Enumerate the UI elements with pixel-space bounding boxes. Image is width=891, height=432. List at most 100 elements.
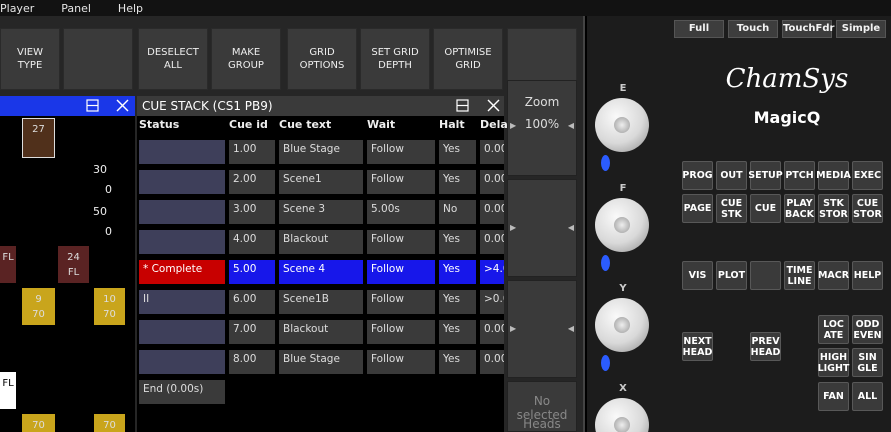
cue-cell-wait[interactable]: Follow [367,320,435,344]
no-selected-heads-button[interactable]: No selected Heads [507,381,577,432]
head-cell[interactable]: 70 [94,414,125,432]
head-cell[interactable]: FL [0,372,16,409]
key-cue[interactable]: CUE [750,194,781,223]
cue-cell-status[interactable] [139,170,225,194]
cue-cell-status[interactable] [139,140,225,164]
cue-cell-id[interactable]: 2.00 [229,170,275,194]
key-next-head[interactable]: NEXT HEAD [682,332,713,361]
key-cuestk[interactable]: CUE STK [716,194,747,223]
cue-cell-id[interactable]: 3.00 [229,200,275,224]
head-cell[interactable]: FL [0,246,16,283]
cue-cell-halt[interactable]: Yes [439,320,476,344]
cue-cell-status[interactable] [139,230,225,254]
menu-player[interactable]: Player [0,2,43,15]
cue-cell-id[interactable]: 4.00 [229,230,275,254]
encoder-knob[interactable] [595,298,649,352]
column-header[interactable]: Status [139,118,225,136]
toolbar-button-2[interactable]: DESELECT ALL [138,28,208,90]
key-locate[interactable]: LOC ATE [818,315,849,344]
cue-cell-halt[interactable]: Yes [439,230,476,254]
cue-cell-delay[interactable]: >0.0 [480,290,504,314]
toolbar-button-1[interactable] [63,28,133,90]
cue-cell-text[interactable]: Scene1B [279,290,363,314]
toolbar-button-3[interactable]: MAKE GROUP [211,28,281,90]
cue-cell-status[interactable] [139,320,225,344]
key-help[interactable]: HELP [852,261,883,290]
cue-cell-halt[interactable]: Yes [439,350,476,374]
cue-cell-wait[interactable]: Follow [367,140,435,164]
cue-cell-wait[interactable]: Follow [367,230,435,254]
side-button-3[interactable]: ▶ ◀ [507,280,577,378]
mode-full-button[interactable]: Full [674,20,724,38]
toolbar-button-0[interactable]: VIEW TYPE [0,28,60,90]
toolbar-button-4[interactable]: GRID OPTIONS [287,28,357,90]
mode-touch-button[interactable]: Touch [728,20,778,38]
cue-cell-id[interactable]: 7.00 [229,320,275,344]
cue-cell-id[interactable]: 1.00 [229,140,275,164]
key-exec[interactable]: EXEC [852,161,883,190]
encoder-knob[interactable] [595,198,649,252]
cue-cell-delay[interactable]: 0.00 [480,140,504,164]
column-header[interactable]: Cue id [229,118,275,136]
encoder-knob[interactable] [595,398,649,432]
key-prev-head[interactable]: PREV HEAD [750,332,781,361]
key-fan[interactable]: FAN [818,382,849,411]
zoom-button[interactable]: Zoom 100% ▶ ◀ [507,80,577,176]
cue-cell-text[interactable]: Scene 3 [279,200,363,224]
key-stkstor[interactable]: STK STOR [818,194,849,223]
column-header[interactable]: Wait [367,118,435,136]
cue-cell-status[interactable] [139,200,225,224]
key-playback[interactable]: PLAY BACK [784,194,815,223]
cue-cell-text[interactable]: Blackout [279,320,363,344]
cue-cell-text[interactable]: Blue Stage [279,140,363,164]
key-blank[interactable] [750,261,781,290]
cue-cell-halt[interactable]: No [439,200,476,224]
key-single[interactable]: SIN GLE [852,348,883,377]
head-cell[interactable]: 70 [22,414,55,432]
key-cuestor[interactable]: CUE STOR [852,194,883,223]
cue-cell-wait[interactable]: 5.00s [367,200,435,224]
cue-cell-id[interactable]: 8.00 [229,350,275,374]
key-out[interactable]: OUT [716,161,747,190]
cue-cell-wait[interactable]: Follow [367,350,435,374]
key-prog[interactable]: PROG [682,161,713,190]
key-timeline[interactable]: TIME LINE [784,261,815,290]
cue-cell-status[interactable]: * Complete [139,260,225,284]
head-cell[interactable]: 24 FL [58,246,89,283]
cue-cell-halt[interactable]: Yes [439,140,476,164]
cue-cell-text[interactable]: Scene1 [279,170,363,194]
cue-cell-id[interactable]: 5.00 [229,260,275,284]
cue-cell-wait[interactable]: Follow [367,290,435,314]
head-cell[interactable]: 27 [22,118,55,158]
key-setup[interactable]: SETUP [748,161,783,190]
key-plot[interactable]: PLOT [716,261,747,290]
cue-stack-titlebar[interactable]: CUE STACK (CS1 PB9) [137,96,504,116]
key-odd-even[interactable]: ODD EVEN [852,315,883,344]
cue-cell-delay[interactable]: 0.00 [480,200,504,224]
cue-cell-halt[interactable]: Yes [439,260,476,284]
toolbar-button-5[interactable]: SET GRID DEPTH [360,28,430,90]
cue-cell-text[interactable]: Blue Stage [279,350,363,374]
column-header[interactable]: Dela [480,118,508,136]
key-media[interactable]: MEDIA [816,161,851,190]
key-all[interactable]: ALL [852,382,883,411]
cue-cell-text[interactable]: Scene 4 [279,260,363,284]
head-cell[interactable]: 10 70 [94,288,125,325]
side-button-2[interactable]: ▶ ◀ [507,179,577,277]
key-page[interactable]: PAGE [682,194,713,223]
cue-cell-delay[interactable]: 0.00 [480,170,504,194]
cue-cell-delay[interactable]: 0.00 [480,230,504,254]
cue-cell-wait[interactable]: Follow [367,260,435,284]
head-cell[interactable]: 9 70 [22,288,55,325]
key-highlight[interactable]: HIGH LIGHT [818,348,849,377]
cue-cell-delay[interactable]: 0.00 [480,320,504,344]
key-ptch[interactable]: PTCH [784,161,815,190]
toolbar-button-6[interactable]: OPTIMISE GRID [433,28,503,90]
cue-cell-status[interactable]: II [139,290,225,314]
cue-cell-delay[interactable]: 0.00 [480,350,504,374]
mode-simple-button[interactable]: Simple [836,20,886,38]
mode-touchfdr-button[interactable]: TouchFdr [782,20,834,38]
menu-panel[interactable]: Panel [61,2,100,15]
cue-cell-status[interactable] [139,350,225,374]
encoder-knob[interactable] [595,98,649,152]
